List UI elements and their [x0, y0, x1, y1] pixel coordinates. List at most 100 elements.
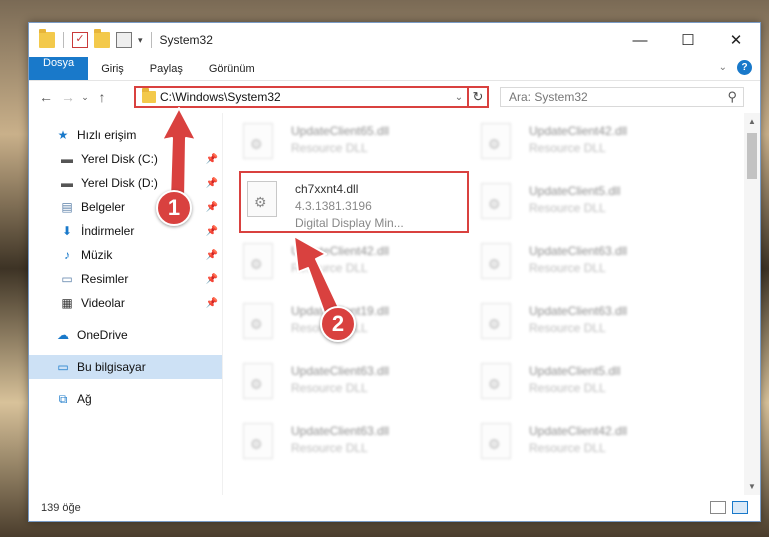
separator [150, 32, 152, 48]
dll-file-icon: ⚙ [481, 243, 511, 279]
sidebar-item-music[interactable]: ♪ Müzik 📌 [29, 243, 222, 267]
sidebar-item-network[interactable]: ⧉ Ağ [29, 387, 222, 411]
sidebar-item-local-disk-d[interactable]: ▬ Yerel Disk (D:) 📌 [29, 171, 222, 195]
file-meta: UpdateClient5.dll Resource DLL [529, 363, 620, 397]
pin-icon: 📌 [205, 225, 218, 237]
sidebar-item-quick-access[interactable]: ★ Hızlı erişim [29, 123, 222, 147]
scroll-down-icon[interactable]: ▼ [744, 482, 760, 491]
sidebar-item-pictures[interactable]: ▭ Resimler 📌 [29, 267, 222, 291]
vertical-scrollbar[interactable]: ▲ ▼ [744, 113, 760, 495]
gear-icon: ⚙ [250, 256, 263, 272]
customize-toolbar-icon[interactable] [116, 32, 132, 48]
forward-arrow-icon[interactable]: → [57, 89, 79, 105]
address-bar[interactable]: C:\Windows\System32 ⌄ [134, 86, 469, 108]
scroll-up-icon[interactable]: ▲ [744, 117, 760, 126]
maximize-button[interactable]: ☐ [664, 23, 712, 57]
cloud-icon: ☁ [57, 328, 69, 342]
gear-icon: ⚙ [488, 256, 501, 272]
sidebar-item-this-pc[interactable]: ▭ Bu bilgisayar [29, 355, 222, 379]
sidebar-item-videos[interactable]: ▦ Videolar 📌 [29, 291, 222, 315]
navigation-bar: ← → ⌄ ↑ C:\Windows\System32 ⌄ ↻ Ara: Sys… [29, 81, 760, 113]
item-count: 139 öğe [41, 502, 81, 514]
download-arrow-icon: ⬇ [61, 224, 73, 238]
scrollbar-thumb[interactable] [747, 133, 757, 179]
dll-file-icon: ⚙ [481, 363, 511, 399]
sidebar-item-documents[interactable]: ▤ Belgeler 📌 [29, 195, 222, 219]
folder-icon [39, 29, 55, 48]
dll-file-icon: ⚙ [481, 423, 511, 459]
sidebar-item-onedrive[interactable]: ☁ OneDrive [29, 323, 222, 347]
sidebar-item-label: Yerel Disk (D:) [81, 176, 158, 190]
gear-icon: ⚙ [488, 376, 501, 392]
tab-file[interactable]: Dosya [29, 57, 89, 80]
file-description: Resource DLL [529, 261, 606, 275]
window-title: System32 [159, 33, 213, 47]
file-item[interactable]: ⚙ UpdateClient63.dll Resource DLL [481, 235, 719, 295]
search-input[interactable]: Ara: System32 ⚲ [500, 87, 744, 107]
sidebar-item-local-disk-c[interactable]: ▬ Yerel Disk (C:) 📌 [29, 147, 222, 171]
dll-file-icon: ⚙ [481, 123, 511, 159]
file-item[interactable]: ⚙ UpdateClient42.dll Resource DLL [243, 235, 481, 295]
file-name: UpdateClient42.dll [529, 124, 628, 138]
gear-icon: ⚙ [488, 136, 501, 152]
help-icon[interactable]: ? [737, 60, 752, 75]
pin-icon: 📌 [205, 297, 218, 309]
tab-home[interactable]: Giriş [88, 57, 137, 80]
search-icon[interactable]: ⚲ [727, 89, 737, 105]
chevron-down-icon[interactable]: ▾ [138, 35, 143, 46]
file-item[interactable]: ⚙UpdateClient19.dllResource DLL [243, 295, 481, 355]
callout-badge-1: 1 [156, 190, 192, 226]
file-item-selected[interactable]: ⚙ ch7xxnt4.dll 4.3.1381.3196 Digital Displa… [239, 171, 469, 233]
file-item[interactable]: ⚙ UpdateClient42.dll Resource DLL [481, 115, 719, 175]
gear-icon: ⚙ [250, 136, 263, 152]
dll-file-icon: ⚙ [481, 183, 511, 219]
file-meta: ch7xxnt4.dll 4.3.1381.3196 Digital Display… [295, 181, 404, 232]
star-icon: ★ [57, 128, 69, 142]
file-item[interactable]: ⚙ UpdateClient5.dll Resource DLL [481, 175, 719, 235]
sidebar-item-label: Müzik [81, 248, 113, 262]
tab-view[interactable]: Görünüm [196, 57, 268, 80]
file-item[interactable]: ⚙ UpdateClient42.dll Resource DLL [481, 415, 719, 475]
file-description: Resource DLL [529, 441, 606, 455]
file-name: ch7xxnt4.dll [295, 182, 359, 196]
address-dropdown-icon[interactable]: ⌄ [451, 92, 467, 103]
file-item[interactable]: ⚙ UpdateClient65.dll Resource DLL [243, 115, 481, 175]
dll-file-icon: ⚙ [243, 423, 273, 459]
file-grid: ⚙ UpdateClient65.dll Resource DLL ⚙ UpdateCl… [239, 115, 719, 475]
file-meta: UpdateClient65.dll Resource DLL [291, 123, 389, 157]
file-item[interactable]: ⚙ UpdateClient63.dll Resource DLL [243, 355, 481, 415]
address-path[interactable]: C:\Windows\System32 [160, 90, 451, 104]
quick-access-toolbar: ✓ ▾ [29, 29, 154, 48]
close-button[interactable]: ✕ [712, 23, 760, 57]
recent-locations-chevron-icon[interactable]: ⌄ [79, 92, 91, 103]
tab-share[interactable]: Paylaş [137, 57, 196, 80]
gear-icon: ⚙ [488, 436, 501, 452]
sidebar-item-label: Yerel Disk (C:) [81, 152, 158, 166]
network-icon: ⧉ [58, 391, 68, 406]
back-arrow-icon[interactable]: ← [35, 89, 57, 105]
minimize-button[interactable]: — [616, 23, 664, 57]
sidebar-item-downloads[interactable]: ⬇ İndirmeler 📌 [29, 219, 222, 243]
dll-file-icon: ⚙ [247, 181, 277, 217]
up-arrow-icon[interactable]: ↑ [91, 89, 113, 105]
content-area: ★ Hızlı erişim ▬ Yerel Disk (C:) 📌 ▬ Yer… [29, 113, 760, 495]
drive-icon: ▬ [61, 152, 73, 166]
file-name: UpdateClient63.dll [291, 364, 390, 378]
file-item[interactable]: ⚙ UpdateClient63.dll Resource DLL [481, 295, 719, 355]
new-folder-icon[interactable] [94, 29, 110, 48]
dll-file-icon: ⚙ [243, 303, 273, 339]
refresh-button[interactable]: ↻ [469, 86, 489, 108]
file-item[interactable]: ⚙ UpdateClient63.dll Resource DLL [243, 415, 481, 475]
file-item[interactable]: ⚙ UpdateClient5.dll Resource DLL [481, 355, 719, 415]
file-meta: UpdateClient42.dll Resource DLL [529, 423, 627, 457]
title-bar: ✓ ▾ System32 — ☐ ✕ [29, 23, 760, 57]
large-icons-view-icon[interactable] [732, 501, 748, 514]
search-placeholder: Ara: System32 [509, 90, 588, 104]
properties-check-icon[interactable]: ✓ [72, 32, 88, 48]
file-name: UpdateClient63.dll [529, 304, 628, 318]
music-note-icon: ♪ [64, 248, 70, 262]
dll-file-icon: ⚙ [243, 123, 273, 159]
details-view-icon[interactable] [710, 501, 726, 514]
explorer-window: ✓ ▾ System32 — ☐ ✕ Dosya Giriş Paylaş Gö… [28, 22, 761, 522]
expand-ribbon-icon[interactable]: ⌄ [719, 62, 727, 73]
